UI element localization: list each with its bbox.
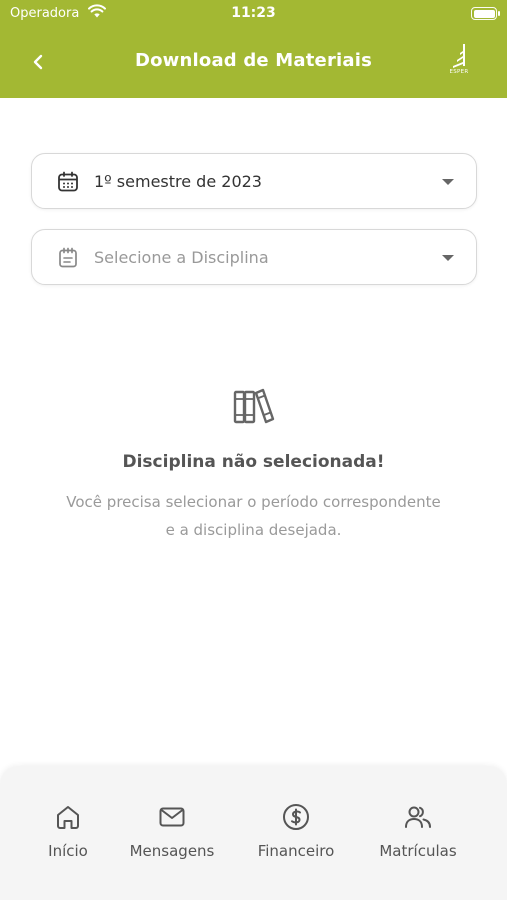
discipline-select-placeholder: Selecione a Disciplina bbox=[94, 248, 269, 267]
status-bar: Operadora 11:23 bbox=[0, 0, 507, 30]
app-header: Operadora 11:23 Download de Materiais ES… bbox=[0, 0, 507, 98]
tab-label: Matrículas bbox=[379, 842, 457, 860]
tab-label: Financeiro bbox=[257, 842, 335, 860]
tab-label: Mensagens bbox=[129, 842, 215, 860]
status-time: 11:23 bbox=[231, 5, 276, 21]
esper-logo: ESPER bbox=[445, 44, 473, 78]
period-select[interactable]: 1º semestre de 2023 bbox=[31, 153, 477, 209]
tab-mensagens[interactable]: Mensagens bbox=[122, 802, 222, 866]
users-icon bbox=[405, 806, 431, 828]
tab-label: Início bbox=[48, 842, 88, 860]
calendar-icon bbox=[57, 171, 79, 193]
home-icon bbox=[57, 806, 79, 829]
tab-financeiro[interactable]: Financeiro bbox=[250, 802, 342, 866]
period-select-value: 1º semestre de 2023 bbox=[94, 172, 262, 191]
mail-icon bbox=[159, 807, 185, 827]
empty-state-title: Disciplina não selecionada! bbox=[122, 452, 385, 472]
tab-matriculas[interactable]: Matrículas bbox=[370, 802, 466, 866]
empty-state-description: Você precisa selecionar o período corres… bbox=[66, 493, 441, 539]
discipline-select[interactable]: Selecione a Disciplina bbox=[31, 229, 477, 285]
notepad-icon bbox=[57, 247, 79, 269]
page-title: Download de Materiais bbox=[134, 50, 373, 71]
books-icon bbox=[232, 386, 276, 426]
caret-down-icon bbox=[442, 179, 454, 185]
tab-bar: Início Mensagens Financeiro Matrículas bbox=[0, 766, 507, 900]
logo-text: ESPER bbox=[449, 69, 469, 75]
dollar-icon bbox=[283, 804, 309, 830]
battery-icon bbox=[471, 7, 500, 20]
caret-down-icon bbox=[442, 255, 454, 261]
tab-inicio[interactable]: Início bbox=[36, 802, 100, 866]
